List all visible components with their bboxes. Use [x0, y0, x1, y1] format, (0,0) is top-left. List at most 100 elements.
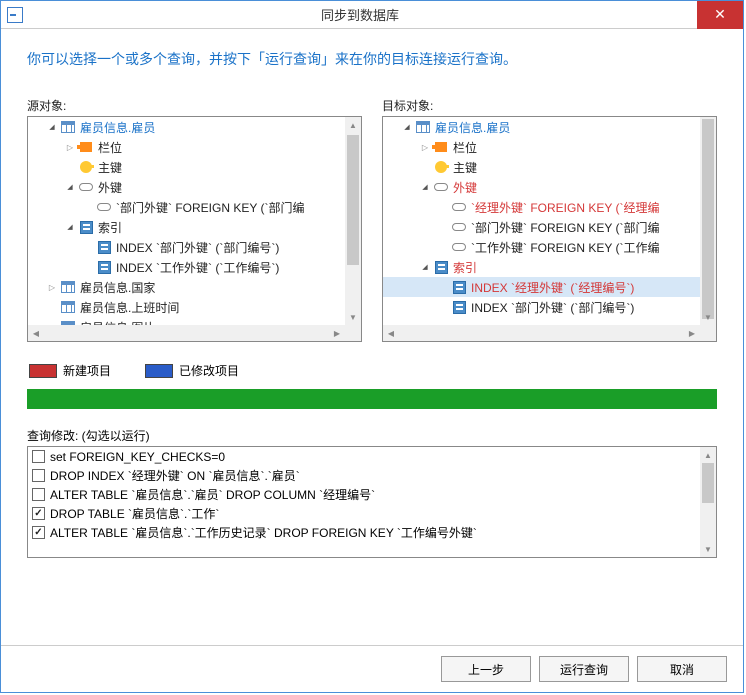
tree-item-label: 主键 — [98, 159, 122, 176]
tree-item-label: INDEX `工作外键` (`工作编号`) — [116, 259, 279, 276]
scroll-right-icon[interactable]: ▶ — [329, 325, 345, 341]
scroll-down-icon[interactable]: ▼ — [700, 541, 716, 557]
tree-toggle[interactable] — [64, 181, 76, 193]
query-checkbox[interactable] — [32, 450, 45, 463]
query-item[interactable]: ALTER TABLE `雇员信息`.`雇员` DROP COLUMN `经理编… — [28, 485, 700, 504]
tree-item-label: INDEX `经理外键` (`经理编号`) — [471, 279, 634, 296]
tree-toggle[interactable] — [419, 261, 431, 273]
target-tree: 雇员信息.雇员栏位主键外键 `经理外键` FOREIGN KEY (`经理编`部门… — [383, 117, 700, 325]
index-icon — [96, 239, 112, 255]
table-icon — [415, 119, 431, 135]
query-list-box[interactable]: set FOREIGN_KEY_CHECKS=0 DROP INDEX `经理外键… — [27, 446, 717, 558]
scroll-down-icon[interactable]: ▼ — [700, 309, 716, 325]
source-tree-box[interactable]: 雇员信息.雇员栏位主键外键`部门外键` FOREIGN KEY (`部门编索引I… — [27, 116, 362, 342]
cancel-button[interactable]: 取消 — [637, 656, 727, 682]
scroll-up-icon[interactable]: ▲ — [700, 447, 716, 463]
tree-toggle[interactable] — [419, 141, 431, 153]
tree-item[interactable]: 雇员信息.国家 — [28, 277, 345, 297]
tree-item[interactable]: 栏位 — [28, 137, 345, 157]
tree-item[interactable]: 索引 — [383, 257, 700, 277]
close-button[interactable]: ✕ — [697, 1, 743, 29]
scrollbar-horizontal[interactable]: ◀ ▶ — [28, 325, 345, 341]
tree-toggle[interactable] — [401, 121, 413, 133]
link-icon — [451, 219, 467, 235]
tree-item[interactable]: `部门外键` FOREIGN KEY (`部门编 — [28, 197, 345, 217]
tree-item[interactable]: 雇员信息.上班时间 — [28, 297, 345, 317]
tree-item[interactable]: 雇员信息.雇员 — [383, 117, 700, 137]
tree-item[interactable]: `工作外键` FOREIGN KEY (`工作编 — [383, 237, 700, 257]
tree-item-label: 主键 — [453, 159, 477, 176]
index-icon — [451, 299, 467, 315]
tree-item[interactable]: 索引 — [28, 217, 345, 237]
tree-item-label: 栏位 — [98, 139, 122, 156]
target-pane: 目标对象: 雇员信息.雇员栏位主键外键`经理外键` FOREIGN KEY (`… — [382, 97, 717, 342]
link-icon — [433, 179, 449, 195]
tree-toggle[interactable] — [64, 141, 76, 153]
tree-item[interactable]: 栏位 — [383, 137, 700, 157]
tree-item[interactable]: 主键 — [383, 157, 700, 177]
query-checkbox[interactable] — [32, 526, 45, 539]
query-checkbox[interactable] — [32, 469, 45, 482]
link-icon — [78, 179, 94, 195]
tree-item-label: 雇员信息.国家 — [80, 279, 155, 296]
tree-item[interactable]: 外键 — [28, 177, 345, 197]
scroll-left-icon[interactable]: ◀ — [383, 325, 399, 341]
query-item[interactable]: DROP TABLE `雇员信息`.`工作` — [28, 504, 700, 523]
tree-item-label: 栏位 — [453, 139, 477, 156]
tree-item[interactable]: 外键 — [383, 177, 700, 197]
tree-item-label: 雇员信息.雇员 — [80, 119, 155, 136]
scroll-left-icon[interactable]: ◀ — [28, 325, 44, 341]
query-section-label: 查询修改: (勾选以运行) — [27, 427, 717, 444]
scrollbar-thumb[interactable] — [347, 135, 359, 265]
tree-toggle[interactable] — [46, 121, 58, 133]
tree-item-label: 索引 — [98, 219, 122, 236]
titlebar: 同步到数据库 ✕ — [1, 1, 743, 29]
tree-item-label: `经理外键` FOREIGN KEY (`经理编 — [471, 199, 659, 216]
tree-item[interactable]: 雇员信息 图片 — [28, 317, 345, 325]
modified-swatch — [145, 364, 173, 378]
tree-item[interactable]: `经理外键` FOREIGN KEY (`经理编 — [383, 197, 700, 217]
instruction-text: 你可以选择一个或多个查询，并按下「运行查询」来在你的目标连接运行查询。 — [27, 49, 717, 69]
query-text: ALTER TABLE `雇员信息`.`雇员` DROP COLUMN `经理编… — [50, 486, 375, 503]
tree-toggle[interactable] — [419, 181, 431, 193]
link-icon — [451, 199, 467, 215]
tree-item[interactable]: `部门外键` FOREIGN KEY (`部门编 — [383, 217, 700, 237]
field-icon — [78, 139, 94, 155]
scroll-right-icon[interactable]: ▶ — [684, 325, 700, 341]
scrollbar-vertical[interactable]: ▲ ▼ — [345, 117, 361, 325]
query-item[interactable]: DROP INDEX `经理外键` ON `雇员信息`.`雇员` — [28, 466, 700, 485]
source-label: 源对象: — [27, 97, 362, 114]
run-query-button[interactable]: 运行查询 — [539, 656, 629, 682]
tree-item[interactable]: 雇员信息.雇员 — [28, 117, 345, 137]
scroll-down-icon[interactable]: ▼ — [345, 309, 361, 325]
tree-toggle[interactable] — [46, 281, 58, 293]
table-icon — [60, 119, 76, 135]
legend: 新建项目 已修改项目 — [29, 362, 715, 379]
scrollbar-vertical[interactable]: ▲ ▼ — [700, 447, 716, 557]
scrollbar-thumb[interactable] — [702, 119, 714, 319]
scroll-corner — [345, 325, 361, 341]
tree-item[interactable]: INDEX `部门外键` (`部门编号`) — [28, 237, 345, 257]
query-item[interactable]: ALTER TABLE `雇员信息`.`工作历史记录` DROP FOREIGN… — [28, 523, 700, 542]
back-button[interactable]: 上一步 — [441, 656, 531, 682]
scroll-up-icon[interactable]: ▲ — [345, 117, 361, 133]
tree-item[interactable]: INDEX `经理外键` (`经理编号`) — [383, 277, 700, 297]
scrollbar-thumb[interactable] — [702, 463, 714, 503]
tree-item[interactable]: INDEX `工作外键` (`工作编号`) — [28, 257, 345, 277]
scrollbar-vertical[interactable]: ▲ ▼ — [700, 117, 716, 325]
index-icon — [96, 259, 112, 275]
tree-item-label: INDEX `部门外键` (`部门编号`) — [471, 299, 634, 316]
query-item[interactable]: set FOREIGN_KEY_CHECKS=0 — [28, 447, 700, 466]
query-text: DROP TABLE `雇员信息`.`工作` — [50, 505, 219, 522]
tree-item[interactable]: INDEX `部门外键` (`部门编号`) — [383, 297, 700, 317]
tree-toggle[interactable] — [64, 221, 76, 233]
query-text: set FOREIGN_KEY_CHECKS=0 — [50, 450, 225, 464]
query-checkbox[interactable] — [32, 507, 45, 520]
index-icon — [451, 279, 467, 295]
query-checkbox[interactable] — [32, 488, 45, 501]
target-tree-box[interactable]: 雇员信息.雇员栏位主键外键 `经理外键` FOREIGN KEY (`经理编`部门… — [382, 116, 717, 342]
tree-item-label: `工作外键` FOREIGN KEY (`工作编 — [471, 239, 659, 256]
tree-item[interactable]: 主键 — [28, 157, 345, 177]
tree-item-label: 索引 — [453, 259, 477, 276]
scrollbar-horizontal[interactable]: ◀ ▶ — [383, 325, 700, 341]
